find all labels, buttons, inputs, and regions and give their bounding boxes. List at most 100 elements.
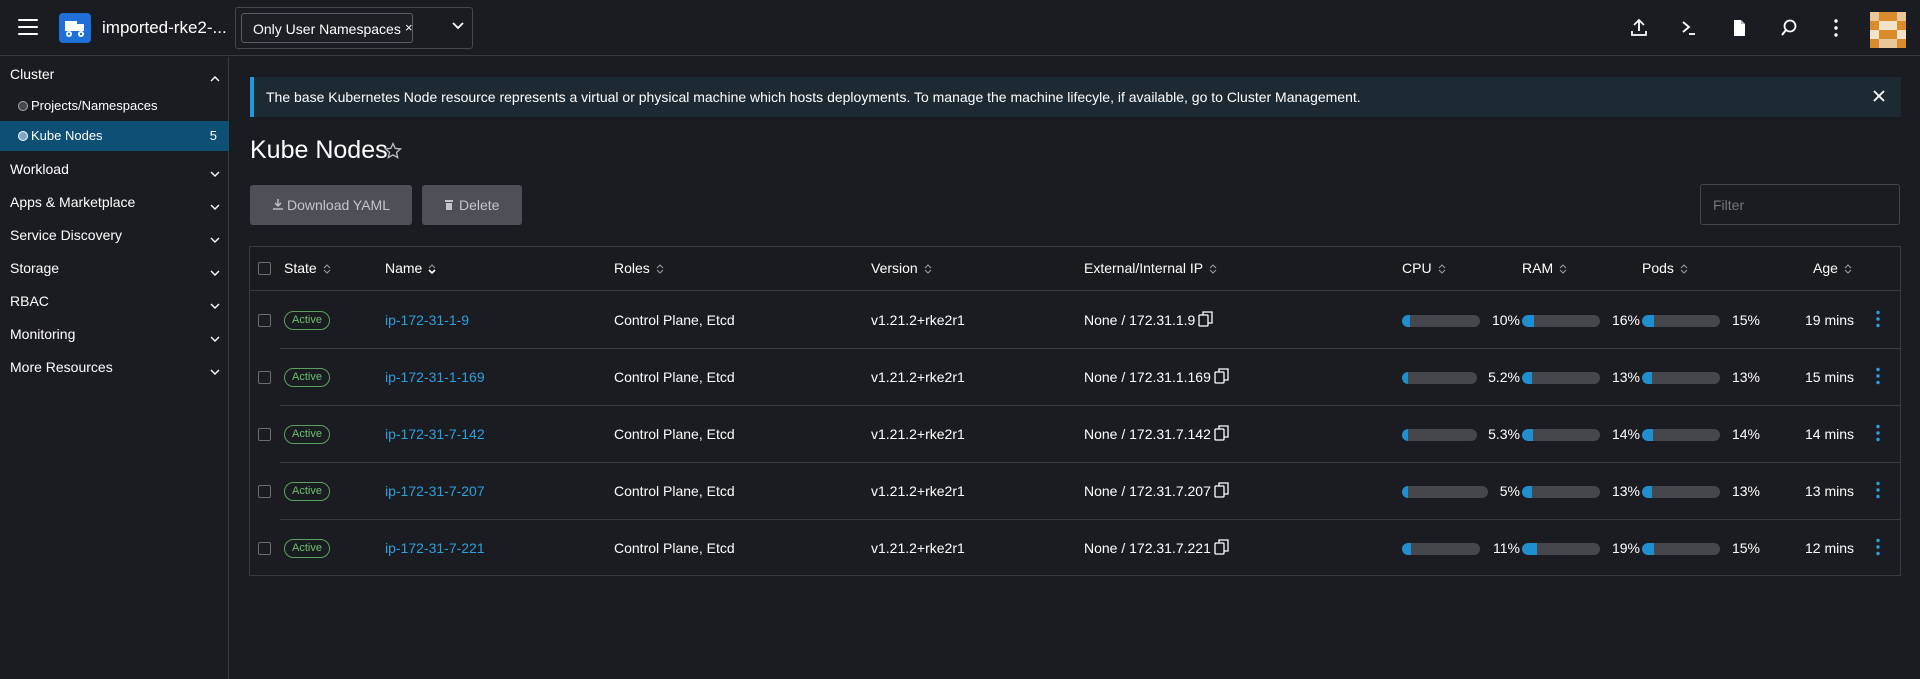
chevron-down-icon <box>210 231 220 247</box>
select-all-checkbox[interactable] <box>258 262 271 275</box>
column-label: CPU <box>1402 260 1432 276</box>
node-name-link[interactable]: ip-172-31-1-9 <box>385 312 469 328</box>
table-row[interactable]: Active ip-172-31-1-169 Control Plane, Et… <box>250 349 1900 406</box>
column-header-pods[interactable]: Pods <box>1642 260 1688 277</box>
node-version: v1.21.2+rke2r1 <box>871 483 965 499</box>
kubectl-shell-icon[interactable] <box>1678 17 1700 39</box>
column-header-ram[interactable]: RAM <box>1522 260 1567 277</box>
sidebar-group-storage[interactable]: Storage <box>0 252 229 284</box>
pods-usage-bar <box>1642 372 1720 384</box>
node-name-link[interactable]: ip-172-31-7-221 <box>385 540 485 556</box>
sort-icon <box>1680 261 1688 277</box>
table-row[interactable]: Active ip-172-31-1-9 Control Plane, Etcd… <box>250 292 1900 349</box>
row-checkbox[interactable] <box>258 542 271 555</box>
more-vertical-icon[interactable] <box>1875 424 1881 445</box>
pods-usage-percent: 13% <box>1731 483 1760 499</box>
delete-button[interactable]: Delete <box>422 185 522 225</box>
namespace-filter[interactable]: Only User Namespaces × <box>235 7 473 49</box>
table-row[interactable]: Active ip-172-31-7-142 Control Plane, Et… <box>250 406 1900 463</box>
more-vertical-icon[interactable] <box>1875 538 1881 559</box>
chevron-down-icon <box>210 264 220 280</box>
delete-label: Delete <box>459 197 500 213</box>
node-ip: None / 172.31.7.142 <box>1084 426 1211 442</box>
star-icon[interactable] <box>383 141 403 163</box>
node-ip: None / 172.31.1.9 <box>1084 312 1196 328</box>
status-badge: Active <box>284 482 330 501</box>
sidebar-group-more-resources[interactable]: More Resources <box>0 351 229 383</box>
sidebar-group-monitoring[interactable]: Monitoring <box>0 318 229 350</box>
search-icon[interactable] <box>1778 17 1800 39</box>
sidebar-group-label: Monitoring <box>10 326 76 342</box>
filter-input[interactable] <box>1700 184 1900 225</box>
sort-icon <box>924 261 932 277</box>
node-name-link[interactable]: ip-172-31-7-142 <box>385 426 485 442</box>
namespace-chip-remove-button[interactable]: × <box>405 20 413 35</box>
node-name-link[interactable]: ip-172-31-1-169 <box>385 369 485 385</box>
column-header-version[interactable]: Version <box>871 260 932 277</box>
sidebar-group-apps-marketplace[interactable]: Apps & Marketplace <box>0 186 229 218</box>
copy-icon[interactable] <box>1214 368 1229 387</box>
upload-icon[interactable] <box>1628 17 1650 39</box>
column-header-name[interactable]: Name <box>385 260 436 277</box>
more-vertical-icon[interactable] <box>1875 367 1881 388</box>
row-checkbox[interactable] <box>258 371 271 384</box>
node-roles: Control Plane, Etcd <box>614 369 735 385</box>
cpu-usage-bar <box>1402 429 1477 441</box>
copy-icon[interactable] <box>1214 539 1229 558</box>
cpu-usage-percent: 5.2% <box>1488 369 1520 385</box>
pods-usage-percent: 13% <box>1731 369 1760 385</box>
sidebar-item-kube-nodes[interactable]: Kube Nodes 5 <box>0 121 229 151</box>
copy-icon[interactable] <box>1214 425 1229 444</box>
more-vertical-icon[interactable] <box>1875 310 1881 331</box>
sidebar-group-label: Service Discovery <box>10 227 123 243</box>
chevron-down-icon[interactable] <box>451 19 465 36</box>
copy-icon[interactable] <box>1214 482 1229 501</box>
sidebar-item-projects-namespaces[interactable]: Projects/Namespaces <box>0 91 229 121</box>
sidebar-group-label: Storage <box>10 260 60 276</box>
download-yaml-button[interactable]: Download YAML <box>250 185 412 225</box>
menu-icon[interactable] <box>18 19 38 35</box>
sidebar-group-service-discovery[interactable]: Service Discovery <box>0 219 229 251</box>
sidebar-group-cluster[interactable]: Cluster <box>0 58 229 90</box>
sidebar-group-label: Workload <box>10 161 69 177</box>
ram-usage-percent: 19% <box>1611 540 1640 556</box>
node-name-link[interactable]: ip-172-31-7-207 <box>385 483 485 499</box>
row-checkbox[interactable] <box>258 428 271 441</box>
ram-usage-bar <box>1522 429 1600 441</box>
user-avatar[interactable] <box>1870 12 1906 48</box>
row-checkbox[interactable] <box>258 485 271 498</box>
kubeconfig-file-icon[interactable] <box>1728 17 1750 39</box>
chevron-up-icon <box>210 70 220 86</box>
sidebar: Cluster Projects/Namespaces Kube Nodes 5… <box>0 57 229 679</box>
column-header-ip[interactable]: External/Internal IP <box>1084 260 1217 277</box>
status-badge: Active <box>284 425 330 444</box>
table-row[interactable]: Active ip-172-31-7-207 Control Plane, Et… <box>250 463 1900 520</box>
sidebar-group-label: RBAC <box>10 293 49 309</box>
table-row[interactable]: Active ip-172-31-7-221 Control Plane, Et… <box>250 520 1900 577</box>
download-yaml-label: Download YAML <box>287 197 390 213</box>
node-roles: Control Plane, Etcd <box>614 540 735 556</box>
status-badge: Active <box>284 368 330 387</box>
column-header-state[interactable]: State <box>284 260 331 277</box>
node-ip: None / 172.31.1.169 <box>1084 369 1211 385</box>
sidebar-group-rbac[interactable]: RBAC <box>0 285 229 317</box>
ram-usage-bar <box>1522 372 1600 384</box>
chevron-down-icon <box>210 165 220 181</box>
node-age: 15 mins <box>1805 369 1855 385</box>
column-header-cpu[interactable]: CPU <box>1402 260 1446 277</box>
cpu-usage-percent: 10% <box>1491 312 1520 328</box>
column-header-roles[interactable]: Roles <box>614 260 664 277</box>
more-vertical-icon[interactable] <box>1875 481 1881 502</box>
close-icon[interactable] <box>1871 88 1887 107</box>
cluster-name[interactable]: imported-rke2-... <box>102 18 227 38</box>
sidebar-group-label: Cluster <box>10 66 55 82</box>
column-header-age[interactable]: Age <box>1813 260 1852 277</box>
chevron-down-icon <box>210 330 220 346</box>
sort-icon <box>656 261 664 277</box>
sidebar-group-workload[interactable]: Workload <box>0 153 229 185</box>
copy-icon[interactable] <box>1198 311 1213 330</box>
node-version: v1.21.2+rke2r1 <box>871 369 965 385</box>
more-vertical-icon[interactable] <box>1825 17 1847 39</box>
row-checkbox[interactable] <box>258 314 271 327</box>
column-label: Age <box>1813 260 1838 276</box>
